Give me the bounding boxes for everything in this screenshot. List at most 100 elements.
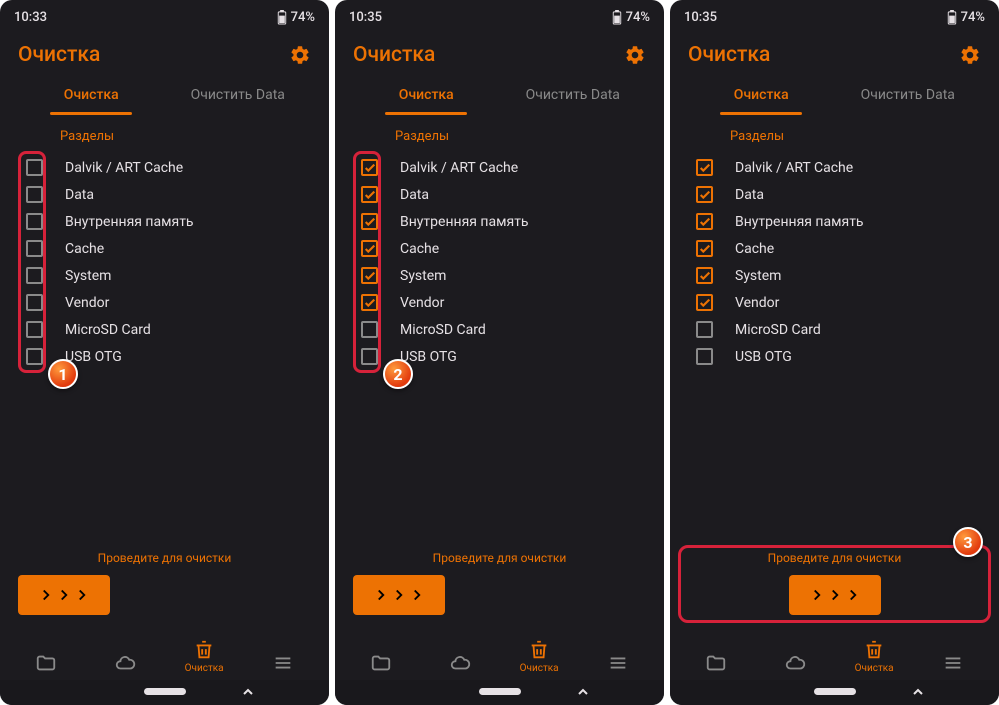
- caret-up-icon[interactable]: [241, 685, 255, 699]
- checkbox[interactable]: [26, 267, 43, 284]
- gear-icon[interactable]: [289, 44, 311, 66]
- checkbox[interactable]: [26, 294, 43, 311]
- nav-cleanup[interactable]: Очистка: [500, 639, 579, 674]
- list-item[interactable]: Vendor: [361, 289, 638, 316]
- page-title: Очистка: [688, 43, 770, 67]
- nav-cloud[interactable]: [85, 652, 164, 674]
- list-item[interactable]: System: [26, 262, 303, 289]
- checkbox[interactable]: [696, 294, 713, 311]
- list-item[interactable]: Vendor: [26, 289, 303, 316]
- list-item-label: Cache: [400, 241, 439, 257]
- list-item[interactable]: Cache: [26, 235, 303, 262]
- tab-clear-data[interactable]: Очистить Data: [165, 77, 312, 115]
- list-item-label: USB OTG: [65, 349, 122, 365]
- checkbox[interactable]: [696, 321, 713, 338]
- list-item[interactable]: MicroSD Card: [696, 316, 973, 343]
- checkbox[interactable]: [26, 240, 43, 257]
- status-bar: 10:33 74%: [0, 0, 329, 31]
- nav-label: Очистка: [520, 663, 559, 674]
- checkbox[interactable]: [361, 213, 378, 230]
- list-item[interactable]: Dalvik / ART Cache: [361, 154, 638, 181]
- tab-cleanup[interactable]: Очистка: [353, 77, 500, 115]
- checkbox[interactable]: [696, 213, 713, 230]
- nav-files[interactable]: [341, 652, 420, 674]
- list-item[interactable]: Data: [26, 181, 303, 208]
- caret-up-icon[interactable]: [576, 685, 590, 699]
- tab-clear-data[interactable]: Очистить Data: [500, 77, 647, 115]
- swipe-area: Проведите для очистки: [335, 551, 664, 629]
- list-item[interactable]: Vendor: [696, 289, 973, 316]
- list-item[interactable]: USB OTG: [26, 343, 303, 370]
- tab-cleanup[interactable]: Очистка: [18, 77, 165, 115]
- gear-icon[interactable]: [959, 44, 981, 66]
- list-item[interactable]: Data: [696, 181, 973, 208]
- swipe-button[interactable]: [789, 575, 881, 615]
- checkbox[interactable]: [696, 348, 713, 365]
- nav-files[interactable]: [676, 652, 755, 674]
- nav-menu[interactable]: [914, 652, 993, 674]
- home-pill[interactable]: [814, 688, 856, 695]
- checkbox[interactable]: [26, 213, 43, 230]
- list-item[interactable]: USB OTG: [696, 343, 973, 370]
- partition-list: Dalvik / ART CacheDataВнутренняя памятьC…: [26, 154, 303, 370]
- list-item[interactable]: Dalvik / ART Cache: [26, 154, 303, 181]
- battery-percent: 74%: [626, 10, 650, 25]
- folder-icon: [705, 652, 727, 674]
- nav-menu[interactable]: [244, 652, 323, 674]
- phone-screen-1: 10:33 74% Очистка Очистка Очистить Data …: [0, 0, 329, 705]
- tab-cleanup[interactable]: Очистка: [688, 77, 835, 115]
- checkbox[interactable]: [361, 159, 378, 176]
- cloud-icon: [784, 652, 806, 674]
- swipe-button[interactable]: [18, 575, 110, 615]
- checkbox[interactable]: [26, 348, 43, 365]
- checkbox[interactable]: [361, 240, 378, 257]
- list-item[interactable]: Dalvik / ART Cache: [696, 154, 973, 181]
- checkbox[interactable]: [26, 321, 43, 338]
- list-item-label: System: [65, 268, 111, 284]
- nav-cloud[interactable]: [420, 652, 499, 674]
- chevron-right-icon: [375, 589, 387, 601]
- list-item[interactable]: USB OTG: [361, 343, 638, 370]
- tab-clear-data[interactable]: Очистить Data: [835, 77, 982, 115]
- list-item[interactable]: Внутренняя память: [361, 208, 638, 235]
- checkbox[interactable]: [361, 294, 378, 311]
- chevron-right-icon: [393, 589, 405, 601]
- checkbox[interactable]: [361, 267, 378, 284]
- list-item[interactable]: Cache: [696, 235, 973, 262]
- bottom-nav: Очистка: [670, 629, 999, 680]
- clock: 10:33: [14, 10, 47, 25]
- caret-up-icon[interactable]: [911, 685, 925, 699]
- partition-list: Dalvik / ART CacheDataВнутренняя память C…: [696, 154, 973, 370]
- chevron-right-icon: [811, 589, 823, 601]
- nav-files[interactable]: [6, 652, 85, 674]
- checkbox[interactable]: [696, 186, 713, 203]
- nav-menu[interactable]: [579, 652, 658, 674]
- home-pill[interactable]: [479, 688, 521, 695]
- checkbox[interactable]: [26, 159, 43, 176]
- checkbox[interactable]: [696, 159, 713, 176]
- checkbox[interactable]: [361, 348, 378, 365]
- swipe-button[interactable]: [353, 575, 445, 615]
- home-pill[interactable]: [144, 688, 186, 695]
- nav-cloud[interactable]: [755, 652, 834, 674]
- checkbox[interactable]: [361, 321, 378, 338]
- checkbox[interactable]: [696, 240, 713, 257]
- section-label: Разделы: [361, 129, 638, 144]
- gear-icon[interactable]: [624, 44, 646, 66]
- list-item[interactable]: Data: [361, 181, 638, 208]
- list-item[interactable]: Внутренняя память: [26, 208, 303, 235]
- list-item[interactable]: MicroSD Card: [26, 316, 303, 343]
- nav-cleanup[interactable]: Очистка: [835, 639, 914, 674]
- nav-cleanup[interactable]: Очистка: [165, 639, 244, 674]
- checkbox[interactable]: [696, 267, 713, 284]
- clock: 10:35: [684, 10, 717, 25]
- list-item[interactable]: System: [361, 262, 638, 289]
- list-item-label: Cache: [735, 241, 774, 257]
- list-item[interactable]: System: [696, 262, 973, 289]
- list-item[interactable]: Cache: [361, 235, 638, 262]
- checkbox[interactable]: [361, 186, 378, 203]
- status-bar: 10:35 74%: [335, 0, 664, 31]
- checkbox[interactable]: [26, 186, 43, 203]
- list-item[interactable]: Внутренняя память: [696, 208, 973, 235]
- list-item[interactable]: MicroSD Card: [361, 316, 638, 343]
